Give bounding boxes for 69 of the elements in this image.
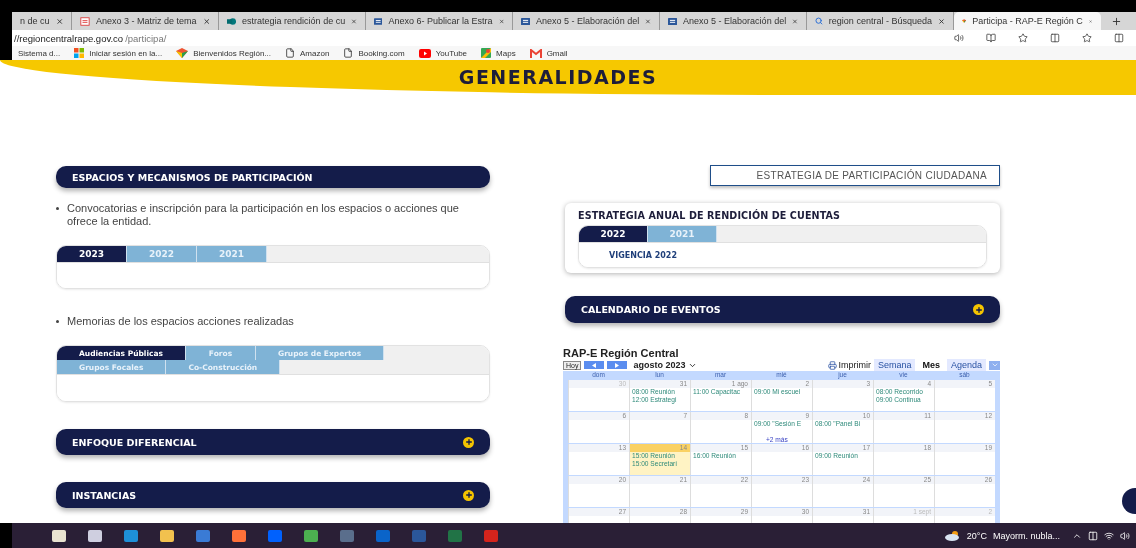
close-icon[interactable] (937, 16, 945, 26)
favorites-icon[interactable] (1082, 33, 1092, 43)
tab-title: n de cu (20, 16, 50, 26)
section-title: ESPACIOS Y MECANISMOS DE PARTICIPACIÓN (72, 171, 313, 183)
month-label: agosto 2023 (633, 360, 686, 370)
tab-title: Anexo 6- Publicar la Estra (388, 16, 493, 26)
vigencia-link[interactable]: VIGENCIA 2022 (609, 250, 677, 260)
strategy-button[interactable]: ESTRATEGIA DE PARTICIPACIÓN CIUDADANA (710, 165, 1000, 186)
url-host: //regioncentralrape.gov.co (14, 32, 124, 44)
reader-icon[interactable] (986, 33, 996, 43)
close-icon[interactable] (498, 16, 504, 26)
tab-title: Participa - RAP-E Región C (972, 16, 1083, 26)
file-icon (343, 48, 354, 58)
windows-logo-icon (74, 48, 85, 58)
tab-title: Anexo 5 - Elaboración del (683, 16, 787, 26)
file-icon (285, 48, 295, 58)
cloud-icon (944, 530, 961, 541)
sharepoint-icon (227, 15, 237, 27)
url-path: /participa/ (125, 32, 167, 44)
print-link[interactable]: Imprimir (828, 360, 871, 370)
temperature: 20°C (966, 530, 987, 541)
right-triangle-icon (615, 362, 620, 368)
section-title: CALENDARIO DE EVENTOS (581, 304, 721, 315)
network-icon[interactable] (1104, 530, 1114, 541)
tab-title: Anexo 3 - Matriz de tema (95, 16, 197, 26)
bookmark[interactable]: Iniciar sesión en la... (74, 48, 163, 58)
bookmark[interactable]: Maps (481, 48, 516, 58)
caret-icon (990, 361, 999, 369)
tab-title: Anexo 5 - Elaboración del (536, 16, 640, 26)
bullet-icon (56, 207, 59, 210)
section-bar[interactable]: ESPACIOS Y MECANISMOS DE PARTICIPACIÓN (56, 166, 490, 188)
bullet-icon (56, 320, 59, 323)
bookmark[interactable]: Sistema d... (18, 48, 61, 58)
section-title: INSTANCIAS (72, 489, 137, 501)
browser-tab[interactable]: Participa - RAP-E Región C (954, 12, 1101, 30)
section-bar[interactable]: INSTANCIAS (56, 482, 490, 508)
bullet-text: Convocatorias e inscripción para la participación en los espacios o acciones que ofrece la entidad. (67, 202, 460, 228)
map-icon (481, 48, 492, 58)
card-title: ESTRATEGIA ANUAL DE RENDICIÓN DE CUENTAS (578, 210, 842, 221)
bookmark[interactable]: Booking.com (343, 48, 405, 58)
volume-icon[interactable] (1120, 530, 1130, 541)
split-screen-icon[interactable] (1050, 33, 1060, 43)
bookmark[interactable]: YouTube (418, 48, 468, 58)
section-title: ENFOQUE DIFERENCIAL (72, 436, 197, 448)
previous-button[interactable] (584, 361, 605, 369)
search-icon (815, 16, 823, 26)
favorite-icon[interactable] (1018, 33, 1028, 43)
tab-title: region central - Búsqueda (828, 16, 932, 26)
view-tab[interactable]: Agenda (946, 359, 986, 371)
tab[interactable]: 2022 (579, 226, 648, 242)
page-title: GENERALIDADES (458, 66, 658, 88)
read-aloud-icon[interactable] (954, 33, 964, 43)
next-button[interactable] (607, 361, 628, 369)
view-tab[interactable]: Semana (873, 359, 916, 371)
bookmark[interactable]: Bienvenidos Región... (176, 48, 271, 58)
left-triangle-icon (592, 362, 597, 368)
bullet-text: Memorias de los espacios acciones realizadas (67, 315, 294, 328)
section-bar[interactable]: ENFOQUE DIFERENCIAL (56, 429, 490, 455)
bookmark[interactable]: Gmail (529, 48, 568, 58)
printer-icon (828, 360, 838, 370)
close-icon[interactable] (55, 16, 63, 26)
plus-icon (1111, 15, 1122, 27)
bookmark[interactable]: Amazon (285, 48, 330, 58)
close-icon[interactable] (202, 16, 210, 26)
tab-title: estrategia rendición de cu (242, 16, 346, 26)
section-bar[interactable]: CALENDARIO DE EVENTOS (565, 296, 1000, 323)
calendar-title: RAP-E Región Central (563, 348, 680, 359)
weather-text: Mayorm. nubla... (992, 530, 1060, 541)
tab[interactable]: 2023 (57, 246, 127, 262)
